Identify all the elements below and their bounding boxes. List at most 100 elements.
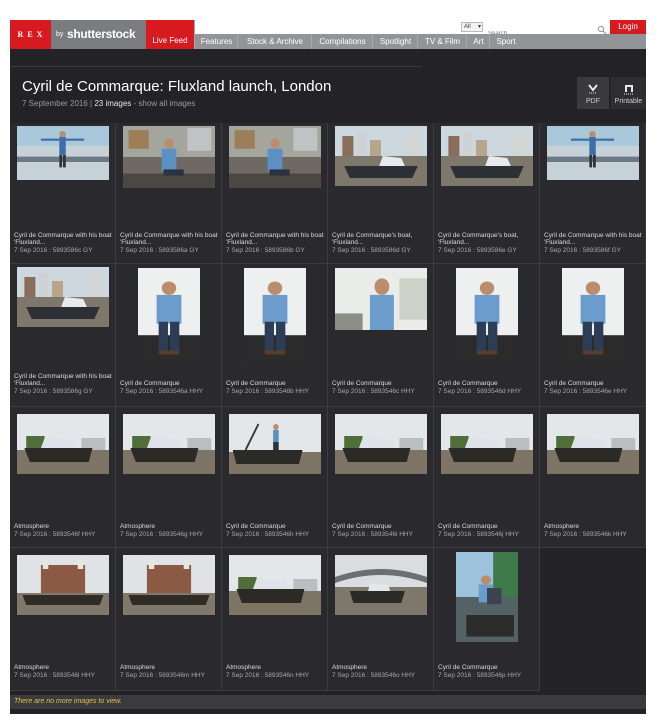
image-tile[interactable]: Atmosphere 7 Sep 2016 : 5893546g HHY: [116, 407, 222, 548]
image-meta: 7 Sep 2016 : 5893546c HHY: [332, 388, 415, 395]
image-caption[interactable]: Cyril de Commarque with his boat 'Fluxla…: [14, 232, 113, 246]
image-tile[interactable]: Atmosphere 7 Sep 2016 : 5893546f HHY: [10, 407, 116, 548]
image-caption[interactable]: Atmosphere: [14, 523, 113, 530]
image-caption[interactable]: Atmosphere: [120, 664, 219, 671]
image-thumbnail[interactable]: [335, 414, 427, 474]
image-caption[interactable]: Cyril de Commarque: [438, 523, 537, 530]
nav-tv-film[interactable]: TV & Film: [419, 34, 467, 49]
printable-button[interactable]: Printable: [611, 77, 646, 109]
image-caption[interactable]: Atmosphere: [120, 523, 219, 530]
image-tile[interactable]: Atmosphere 7 Sep 2016 : 5893546l HHY: [10, 548, 116, 691]
image-thumbnail[interactable]: [123, 555, 215, 615]
pdf-label: PDF: [586, 98, 600, 105]
nav-spotlight[interactable]: Spotlight: [374, 34, 418, 49]
image-caption[interactable]: Cyril de Commarque: [120, 380, 219, 387]
image-tile[interactable]: Atmosphere 7 Sep 2016 : 5893546k HHY: [540, 407, 646, 548]
image-caption[interactable]: Cyril de Commarque's boat, 'Fluxland...: [332, 232, 431, 246]
pdf-button[interactable]: PDF: [577, 77, 609, 109]
image-thumbnail[interactable]: [562, 268, 624, 364]
image-thumbnail[interactable]: [335, 555, 427, 615]
image-thumbnail[interactable]: [244, 268, 306, 364]
page-subtitle: 7 September 2016 | 23 images - show all …: [22, 99, 195, 108]
image-caption[interactable]: Cyril de Commarque with his boat 'Fluxla…: [544, 232, 643, 246]
search-filter-select[interactable]: All ▾: [461, 22, 483, 32]
nav-sport[interactable]: Sport: [491, 34, 521, 49]
image-caption[interactable]: Atmosphere: [226, 664, 325, 671]
nav-features[interactable]: Features: [196, 34, 238, 49]
image-tile[interactable]: Atmosphere 7 Sep 2016 : 5893546o HHY: [328, 548, 434, 691]
page-frame: All ▾ Login R E X by shutterstock Live F…: [10, 20, 646, 714]
image-caption[interactable]: Atmosphere: [544, 523, 643, 530]
image-tile[interactable]: Cyril de Commarque 7 Sep 2016 : 5893546p …: [434, 548, 540, 691]
image-thumbnail[interactable]: [441, 414, 533, 474]
image-thumbnail[interactable]: [335, 268, 427, 330]
image-thumbnail[interactable]: [17, 126, 109, 180]
nav-compilations[interactable]: Compilations: [313, 34, 373, 49]
image-caption[interactable]: Cyril de Commarque with his boat 'Fluxla…: [226, 232, 325, 246]
search-box: [486, 22, 607, 39]
image-caption[interactable]: Cyril de Commarque: [438, 664, 537, 671]
image-meta: 7 Sep 2016 : 5893586a GY: [120, 247, 199, 254]
image-meta: 7 Sep 2016 : 5893546n HHY: [226, 672, 310, 679]
image-thumbnail[interactable]: [123, 126, 215, 188]
logo-rex: R E X: [10, 20, 51, 49]
image-meta: 7 Sep 2016 : 5893546e HHY: [544, 388, 628, 395]
logo[interactable]: R E X by shutterstock: [10, 20, 146, 49]
image-thumbnail[interactable]: [17, 555, 109, 615]
image-caption[interactable]: Atmosphere: [332, 664, 431, 671]
image-caption[interactable]: Cyril de Commarque's boat, 'Fluxland...: [438, 232, 537, 246]
image-caption[interactable]: Cyril de Commarque: [332, 523, 431, 530]
image-caption[interactable]: Cyril de Commarque with his boat 'Fluxla…: [120, 232, 219, 246]
image-tile[interactable]: Atmosphere 7 Sep 2016 : 5893546m HHY: [116, 548, 222, 691]
image-caption[interactable]: Cyril de Commarque: [226, 380, 325, 387]
image-tile[interactable]: Cyril de Commarque 7 Sep 2016 : 5893546a …: [116, 264, 222, 407]
image-tile[interactable]: Atmosphere 7 Sep 2016 : 5893546n HHY: [222, 548, 328, 691]
image-thumbnail[interactable]: [441, 126, 533, 186]
image-tile[interactable]: Cyril de Commarque 7 Sep 2016 : 5893546i …: [328, 407, 434, 548]
image-thumbnail[interactable]: [138, 268, 200, 364]
image-tile[interactable]: Cyril de Commarque's boat, 'Fluxland... 7…: [328, 123, 434, 264]
image-caption[interactable]: Cyril de Commarque: [438, 380, 537, 387]
image-tile[interactable]: Cyril de Commarque with his boat 'Fluxla…: [222, 123, 328, 264]
image-tile[interactable]: Cyril de Commarque 7 Sep 2016 : 5893546c …: [328, 264, 434, 407]
image-tile[interactable]: Cyril de Commarque with his boat 'Fluxla…: [540, 123, 646, 264]
image-caption[interactable]: Cyril de Commarque: [332, 380, 431, 387]
image-caption[interactable]: Atmosphere: [14, 664, 113, 671]
image-thumbnail[interactable]: [229, 414, 321, 474]
chevron-down-icon: ▾: [477, 24, 481, 30]
image-caption[interactable]: Cyril de Commarque: [226, 523, 325, 530]
image-thumbnail[interactable]: [229, 555, 321, 615]
image-thumbnail[interactable]: [123, 414, 215, 474]
image-tile[interactable]: Cyril de Commarque's boat, 'Fluxland... 7…: [434, 123, 540, 264]
image-tile[interactable]: Cyril de Commarque 7 Sep 2016 : 5893546h …: [222, 407, 328, 548]
show-all-link[interactable]: - show all images: [131, 99, 196, 108]
image-count: 23 images: [94, 99, 132, 108]
image-tile[interactable]: Cyril de Commarque 7 Sep 2016 : 5893546j …: [434, 407, 540, 548]
image-thumbnail[interactable]: [456, 268, 518, 364]
nav-art[interactable]: Art: [468, 34, 490, 49]
image-thumbnail[interactable]: [547, 126, 639, 180]
main-nav: R E X by shutterstock Live Feed Features…: [10, 20, 646, 49]
image-meta: 7 Sep 2016 : 5893546o HHY: [332, 672, 416, 679]
image-meta: 7 Sep 2016 : 5893586e GY: [438, 247, 517, 254]
image-thumbnail[interactable]: [335, 126, 427, 186]
image-tile[interactable]: Cyril de Commarque 7 Sep 2016 : 5893546b …: [222, 264, 328, 407]
image-meta: 7 Sep 2016 : 5893546h HHY: [226, 531, 310, 538]
image-caption[interactable]: Cyril de Commarque with his boat 'Fluxla…: [14, 373, 113, 387]
image-tile[interactable]: Cyril de Commarque with his boat 'Fluxla…: [10, 123, 116, 264]
image-thumbnail[interactable]: [547, 414, 639, 474]
image-thumbnail[interactable]: [229, 126, 321, 188]
image-thumbnail[interactable]: [456, 552, 518, 642]
image-thumbnail[interactable]: [17, 267, 109, 327]
nav-live-feed[interactable]: Live Feed: [146, 20, 195, 49]
search-icon[interactable]: [597, 22, 607, 35]
image-thumbnail[interactable]: [17, 414, 109, 474]
image-tile[interactable]: Cyril de Commarque 7 Sep 2016 : 5893546e …: [540, 264, 646, 407]
nav-stock-archive[interactable]: Stock & Archive: [239, 34, 312, 49]
image-tile[interactable]: Cyril de Commarque with his boat 'Fluxla…: [10, 264, 116, 407]
image-caption[interactable]: Cyril de Commarque: [544, 380, 643, 387]
login-button[interactable]: Login: [610, 20, 646, 34]
image-tile[interactable]: Cyril de Commarque 7 Sep 2016 : 5893546d …: [434, 264, 540, 407]
logo-brand: shutterstock: [67, 27, 136, 41]
image-tile[interactable]: Cyril de Commarque with his boat 'Fluxla…: [116, 123, 222, 264]
